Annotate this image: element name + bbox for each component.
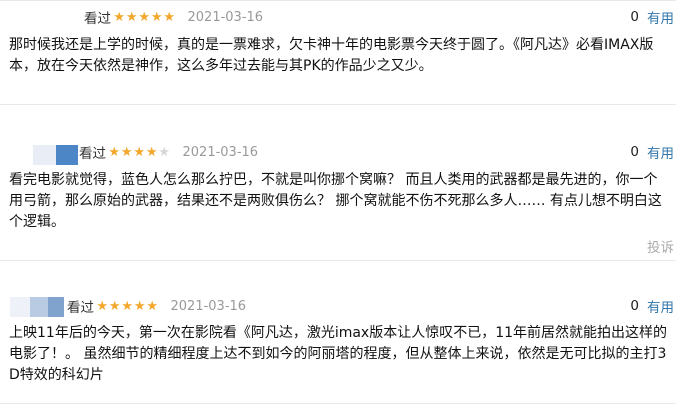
- star-filled-icon: ★: [150, 9, 163, 25]
- star-filled-icon: ★: [96, 298, 109, 314]
- star-filled-icon: ★: [163, 9, 176, 25]
- review-comment: 那时候我还是上学的时候，真的是一票难求，欠卡神十年的电影票今天终于圆了。《阿凡达…: [9, 37, 654, 74]
- useful-count: 0: [630, 144, 639, 160]
- rated-label: 看过: [84, 11, 111, 27]
- star-filled-icon: ★: [125, 9, 138, 25]
- star-empty-icon: ★: [158, 144, 171, 160]
- star-filled-icon: ★: [133, 298, 146, 314]
- star-filled-icon: ★: [121, 298, 134, 314]
- useful-button[interactable]: 有用: [647, 296, 674, 316]
- useful-vote[interactable]: 0 有用: [630, 142, 674, 162]
- rated-label: 看过: [67, 300, 94, 316]
- review-comment: 看完电影就觉得，蓝色人怎么那么拧巴，不就是叫你挪个窝嘛？ 而且人类用的武器都是最…: [9, 172, 662, 230]
- star-rating: ★ ★ ★ ★ ★: [96, 300, 159, 313]
- avatar[interactable]: [33, 145, 78, 165]
- report-link[interactable]: 投诉: [647, 236, 674, 256]
- star-filled-icon: ★: [120, 144, 133, 160]
- useful-vote[interactable]: 0 有用: [630, 296, 674, 316]
- star-filled-icon: ★: [138, 9, 151, 25]
- review-divider: [0, 104, 676, 105]
- review-date: 2021-03-16: [170, 298, 247, 314]
- review-divider: [0, 403, 676, 404]
- rated-label: 看过: [79, 146, 106, 162]
- review-meta: 看过 ★ ★ ★ ★ ★ 2021-03-16: [67, 296, 247, 317]
- top-divider: [0, 0, 676, 1]
- review-comment: 上映11年后的今天，第一次在影院看《阿凡达，激光imax版本让人惊叹不已，11年…: [9, 325, 668, 383]
- star-filled-icon: ★: [146, 298, 159, 314]
- star-filled-icon: ★: [113, 9, 126, 25]
- star-filled-icon: ★: [108, 298, 121, 314]
- useful-count: 0: [630, 9, 639, 25]
- useful-count: 0: [630, 298, 639, 314]
- star-filled-icon: ★: [145, 144, 158, 160]
- avatar[interactable]: [10, 297, 68, 317]
- useful-button[interactable]: 有用: [647, 142, 674, 162]
- star-filled-icon: ★: [133, 144, 146, 160]
- star-rating: ★ ★ ★ ★ ★: [113, 11, 176, 24]
- star-filled-icon: ★: [108, 144, 121, 160]
- review-date: 2021-03-16: [182, 144, 259, 160]
- review-meta: 看过 ★ ★ ★ ★ ★ 2021-03-16: [79, 142, 259, 163]
- useful-button[interactable]: 有用: [647, 7, 674, 27]
- review-divider: [0, 260, 676, 261]
- review-meta: 看过 ★ ★ ★ ★ ★ 2021-03-16: [84, 7, 264, 28]
- star-rating: ★ ★ ★ ★ ★: [108, 146, 171, 159]
- review-date: 2021-03-16: [187, 9, 264, 25]
- useful-vote[interactable]: 0 有用: [630, 7, 674, 27]
